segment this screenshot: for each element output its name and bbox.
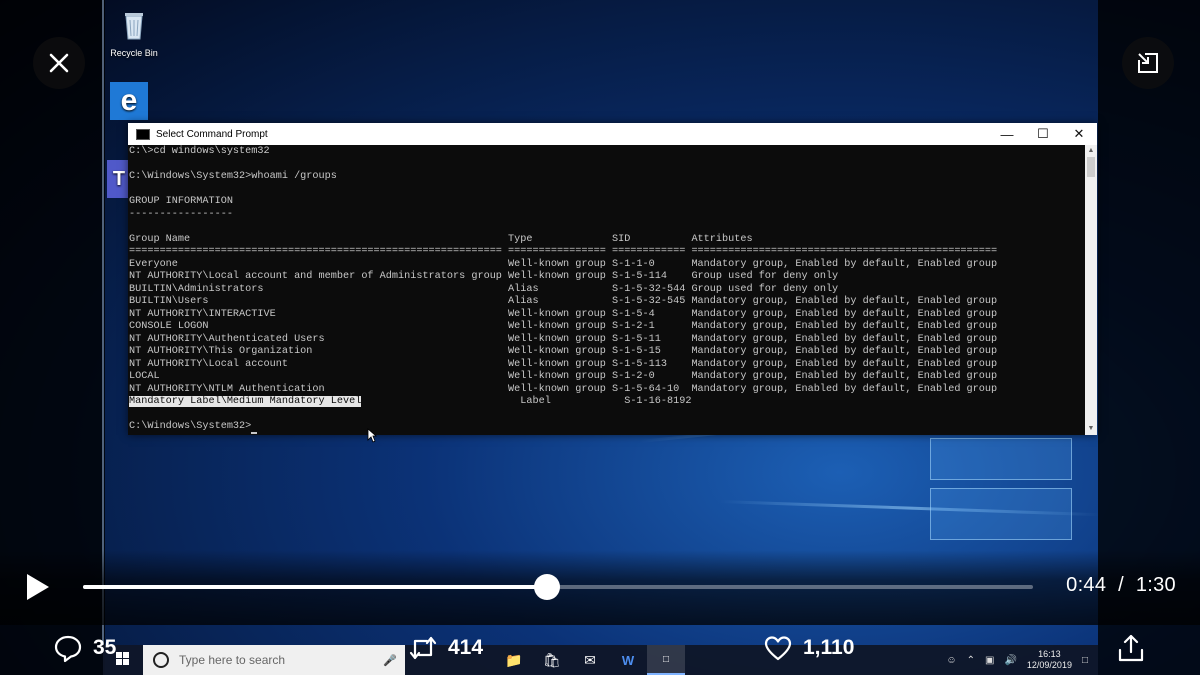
minimize-icon[interactable]: — (989, 123, 1025, 145)
cmd-output-line: ----------------- (129, 208, 233, 220)
cmd-output-line: NT AUTHORITY\Authenticated Users Well-kn… (129, 333, 998, 345)
selected-text[interactable]: Mandatory Label\Medium Mandatory Level (129, 396, 362, 407)
retweet-count: 414 (448, 636, 484, 659)
cmd-scrollbar[interactable]: ▲ ▼ (1085, 145, 1097, 435)
scroll-down-icon[interactable]: ▼ (1085, 423, 1097, 435)
cmd-output[interactable]: C:\>cd windows\system32 C:\Windows\System… (128, 145, 1085, 435)
edge-desktop-icon[interactable]: e (104, 82, 154, 124)
cmd-output-line: ========================================… (129, 246, 998, 257)
volume-icon[interactable]: 🔊 (1004, 655, 1016, 666)
close-icon[interactable]: ✕ (1061, 123, 1097, 145)
share-button[interactable] (1116, 633, 1156, 663)
reply-count: 35 (93, 636, 117, 659)
retweet-button[interactable]: 414 (408, 633, 483, 663)
reply-button[interactable]: 35 (53, 633, 116, 663)
cmd-output-line: NT AUTHORITY\Local account and member of… (129, 271, 839, 282)
cmd-prompt: C:\Windows\System32> (129, 421, 252, 432)
minimize-player-button[interactable] (1122, 37, 1174, 89)
cmd-output-line: C:\>cd windows\system32 (129, 146, 270, 157)
video-time: 0:44 / 1:30 (1066, 574, 1176, 597)
scroll-up-icon[interactable]: ▲ (1085, 145, 1097, 157)
like-button[interactable]: 1,110 (763, 633, 854, 663)
cortana-icon (153, 652, 169, 668)
close-icon (49, 53, 69, 73)
maximize-icon[interactable]: ☐ (1025, 123, 1061, 145)
video-progress-fill (83, 585, 548, 589)
scroll-thumb[interactable] (1087, 157, 1095, 177)
taskbar-clock[interactable]: 16:13 12/09/2019 (1027, 649, 1072, 671)
cmd-window-title: Select Command Prompt (156, 128, 268, 140)
windows-taskbar: Type here to search 🎤 📁 🛍 ✉ W □ ☺ ⌃ ▣ 🔊 … (103, 645, 1098, 675)
cmd-output-line: BUILTIN\Users Alias S-1-5-32-545 Mandato… (129, 296, 998, 307)
current-time: 0:44 (1066, 574, 1107, 596)
picture-in-picture-icon (1138, 53, 1158, 73)
file-explorer-icon[interactable]: 📁 (495, 645, 533, 675)
chevron-up-icon[interactable]: ⌃ (967, 655, 975, 666)
cmd-output-line (129, 184, 1085, 197)
cmd-prompt-line[interactable]: C:\Windows\System32> (129, 421, 1085, 434)
cmd-output-line: Group Name Type SID Attributes (129, 233, 753, 245)
edge-icon: e (110, 82, 148, 120)
video-progress-track[interactable] (83, 574, 1033, 600)
taskbar-search-placeholder: Type here to search (179, 653, 286, 667)
play-icon[interactable] (25, 572, 51, 602)
wallpaper-window-pane (930, 488, 1072, 540)
command-prompt-window[interactable]: Select Command Prompt — ☐ ✕ C:\>cd windo… (128, 123, 1097, 435)
network-icon[interactable]: ▣ (985, 655, 994, 666)
text-cursor (251, 431, 258, 434)
recycle-bin-icon (115, 6, 153, 44)
people-icon[interactable]: ☺ (946, 655, 956, 666)
windows-logo-icon (116, 651, 129, 665)
mail-icon[interactable]: ✉ (571, 645, 609, 675)
clock-time: 16:13 (1038, 649, 1061, 659)
cmd-output-line: BUILTIN\Administrators Alias S-1-5-32-54… (129, 283, 839, 295)
taskbar-search-box[interactable]: Type here to search 🎤 (143, 645, 405, 675)
microphone-icon[interactable]: 🎤 (383, 654, 397, 667)
cmd-output-line (129, 159, 1085, 172)
cmd-output-line: NT AUTHORITY\INTERACTIVE Well-known grou… (129, 308, 998, 320)
cmd-taskbar-icon[interactable]: □ (647, 645, 685, 675)
cmd-output-line-selected: Mandatory Label\Medium Mandatory Level L… (129, 396, 1085, 409)
system-tray: ☺ ⌃ ▣ 🔊 16:13 12/09/2019 □ (946, 649, 1098, 671)
retweet-icon (409, 636, 437, 660)
heart-icon (764, 636, 792, 661)
cmd-output-line: C:\Windows\System32>whoami /groups (129, 171, 337, 182)
recycle-bin-desktop-icon[interactable]: Recycle Bin (104, 6, 164, 58)
mouse-pointer-icon (367, 428, 377, 443)
duration: 1:30 (1135, 574, 1176, 596)
reply-icon (54, 635, 82, 663)
cmd-output-line (129, 221, 1085, 234)
cmd-output-line: GROUP INFORMATION (129, 196, 233, 207)
store-icon[interactable]: 🛍 (533, 645, 571, 675)
cmd-output-line: NT AUTHORITY\NTLM Authentication Well-kn… (129, 383, 998, 395)
cmd-output-line: LOCAL Well-known group S-1-2-0 Mandatory… (129, 371, 998, 382)
cmd-output-line: Everyone Well-known group S-1-1-0 Mandat… (129, 258, 998, 270)
cmd-title-bar[interactable]: Select Command Prompt — ☐ ✕ (128, 123, 1097, 145)
like-count: 1,110 (803, 636, 855, 659)
recycle-bin-label: Recycle Bin (110, 48, 158, 58)
cmd-app-icon (136, 128, 150, 140)
clock-date: 12/09/2019 (1026, 660, 1072, 670)
cmd-output-line: NT AUTHORITY\This Organization Well-know… (129, 346, 998, 357)
cmd-blank-line (129, 409, 1085, 422)
cmd-output-line: CONSOLE LOGON Well-known group S-1-2-1 M… (129, 321, 998, 332)
word-icon[interactable]: W (609, 645, 647, 675)
selected-line-rest: Label S-1-16-8192 (361, 396, 692, 407)
cmd-output-line: NT AUTHORITY\Local account Well-known gr… (129, 358, 998, 370)
close-video-button[interactable] (33, 37, 85, 89)
time-separator: / (1118, 574, 1124, 596)
share-icon (1118, 634, 1144, 662)
notifications-icon[interactable]: □ (1082, 655, 1088, 666)
wallpaper-window-pane (930, 438, 1072, 480)
